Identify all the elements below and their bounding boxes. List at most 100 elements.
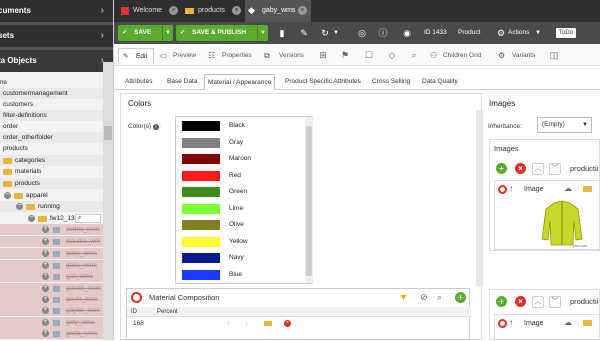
folder-icon[interactable] bbox=[264, 321, 272, 326]
move-down-icon[interactable]: ﹀ bbox=[549, 163, 561, 175]
add-icon[interactable]: + bbox=[496, 163, 507, 174]
versions-tab[interactable]: ⧉ Versions bbox=[264, 48, 308, 64]
tree-item[interactable]: me bbox=[0, 77, 103, 88]
filter-icon[interactable]: ▼ bbox=[399, 292, 408, 302]
chevron-down-icon[interactable]: ▼ bbox=[332, 27, 340, 39]
close-icon[interactable]: × bbox=[169, 6, 178, 15]
tree-item[interactable]: + gareth_men bbox=[0, 283, 103, 294]
color-option[interactable]: Green bbox=[176, 184, 304, 200]
tree-item[interactable]: − running bbox=[0, 201, 103, 212]
color-option[interactable]: Yellow bbox=[176, 234, 304, 250]
save-button[interactable]: ✓ SAVE ▼ bbox=[118, 25, 173, 41]
rename-icon[interactable]: ✎ bbox=[298, 27, 310, 39]
chevron-down-icon[interactable]: ▼ bbox=[534, 27, 542, 39]
close-icon[interactable]: × bbox=[298, 6, 307, 15]
chevron-down-icon[interactable]: ▼ bbox=[257, 25, 268, 41]
tree-item[interactable]: + gerla_wms bbox=[0, 328, 103, 339]
actions-menu[interactable]: Actions bbox=[508, 22, 529, 44]
color-list-scroll-thumb[interactable] bbox=[306, 126, 312, 276]
tree-item[interactable]: products bbox=[0, 178, 103, 189]
tree-item[interactable]: − fw12_13 ⌕ bbox=[0, 213, 103, 224]
tag-icon[interactable]: ◇ bbox=[386, 48, 398, 62]
chevron-right-icon[interactable]: › bbox=[101, 25, 104, 47]
collapse-icon[interactable]: − bbox=[16, 202, 23, 210]
color-option[interactable]: Navy bbox=[176, 250, 304, 266]
tree-search-icon[interactable]: ⌕ bbox=[75, 214, 101, 223]
cloud-upload-icon[interactable]: ☁ bbox=[564, 184, 572, 193]
search-icon[interactable]: ⌕ bbox=[437, 292, 442, 303]
preview-tab[interactable]: ▭ Preview bbox=[160, 48, 200, 64]
add-icon[interactable]: + bbox=[455, 292, 466, 303]
tab-material-appearance[interactable]: Material / Appearance bbox=[204, 74, 276, 90]
tree-item[interactable]: customers bbox=[0, 99, 103, 110]
tree-item[interactable]: filter-definitions bbox=[0, 110, 103, 121]
color-multiselect[interactable]: Black Gray Maroon Red Green Lime Olive Yellow Na… bbox=[175, 116, 313, 284]
todo-badge[interactable]: ToDo bbox=[556, 28, 577, 38]
clear-filter-icon[interactable]: ⊘ bbox=[420, 292, 428, 303]
color-option[interactable]: Olive bbox=[176, 217, 304, 233]
reload-icon[interactable]: ↻ bbox=[319, 27, 331, 39]
color-option[interactable]: Gray bbox=[176, 135, 304, 151]
split-view-icon[interactable]: ◫ bbox=[548, 48, 560, 62]
tree-item[interactable]: + cedric_men bbox=[0, 224, 103, 235]
move-down-icon[interactable]: ﹀ bbox=[549, 296, 561, 308]
tab-cross-selling[interactable]: Cross Selling bbox=[369, 74, 413, 90]
color-option[interactable]: Black bbox=[176, 118, 304, 134]
tab-welcome[interactable]: Welcome × bbox=[118, 0, 180, 22]
properties-tab[interactable]: ☷ Properties bbox=[208, 48, 258, 64]
folder-icon[interactable] bbox=[583, 186, 592, 192]
tree-item[interactable]: + gaby_wms bbox=[0, 248, 103, 259]
color-option[interactable]: Maroon bbox=[176, 151, 304, 167]
tab-base-data[interactable]: Base Data bbox=[164, 74, 200, 90]
expand-icon[interactable]: + bbox=[42, 307, 49, 314]
table-row[interactable]: 168 ↑ ↓ × bbox=[127, 318, 471, 329]
tab-attributes[interactable]: Attributes bbox=[122, 74, 155, 90]
expand-icon[interactable]: + bbox=[42, 285, 49, 292]
expand-icon[interactable]: + bbox=[42, 330, 49, 337]
chevron-down-icon[interactable]: ▼ bbox=[162, 25, 173, 41]
save-publish-button[interactable]: ✓ SAVE & PUBLISH ▼ bbox=[176, 25, 268, 41]
inheritance-select[interactable]: (Empty) ▼ bbox=[537, 117, 592, 133]
cloud-upload-icon[interactable]: ☁ bbox=[564, 318, 572, 327]
sidebar-scrollbar[interactable] bbox=[103, 62, 113, 340]
tab-gaby-wms[interactable]: ◆ gaby_wms × bbox=[245, 0, 311, 22]
upload-icon[interactable]: ↑ bbox=[509, 318, 513, 327]
upload-icon[interactable]: ↑ bbox=[509, 184, 513, 193]
tree-item[interactable]: + gaiia_wms bbox=[0, 260, 103, 271]
color-option[interactable]: Lime bbox=[176, 201, 304, 217]
documents-panel-header[interactable]: cuments › bbox=[0, 0, 113, 22]
tree-item[interactable]: materials bbox=[0, 166, 103, 177]
gear-icon[interactable]: ⚙ bbox=[495, 27, 507, 39]
expand-icon[interactable]: + bbox=[42, 296, 49, 303]
expand-icon[interactable]: + bbox=[42, 250, 49, 257]
remove-icon[interactable]: × bbox=[515, 296, 526, 307]
arrow-down-icon[interactable]: ↓ bbox=[245, 318, 248, 329]
tree-item[interactable]: + gely_wms bbox=[0, 317, 103, 328]
delete-icon[interactable]: ▮ bbox=[276, 27, 288, 39]
move-up-icon[interactable]: ︿ bbox=[532, 296, 544, 308]
panel-scrollbar[interactable] bbox=[476, 110, 483, 286]
tree-item[interactable]: + gaylor_men bbox=[0, 305, 103, 316]
locate-icon[interactable]: ◎ bbox=[356, 27, 368, 39]
collapse-icon[interactable]: − bbox=[4, 191, 11, 199]
search-icon[interactable]: ⌕ bbox=[408, 48, 420, 62]
color-option[interactable]: Blue bbox=[176, 267, 304, 283]
eye-icon[interactable]: ◉ bbox=[401, 27, 413, 39]
move-up-icon[interactable]: ︿ bbox=[532, 163, 544, 175]
children-grid-tab[interactable]: ⚇ Children Grid bbox=[430, 48, 488, 64]
expand-icon[interactable]: + bbox=[42, 262, 49, 269]
tree-item[interactable]: + gavin_men bbox=[0, 294, 103, 305]
bookmark-icon[interactable]: ⚑ bbox=[339, 48, 351, 62]
edit-tab[interactable]: ✎ Edit bbox=[118, 48, 154, 64]
tree-item[interactable]: categories bbox=[0, 155, 103, 166]
color-option[interactable]: Red bbox=[176, 168, 304, 184]
expand-icon[interactable]: + bbox=[42, 319, 49, 326]
tree-item[interactable]: customermanagement bbox=[0, 88, 103, 99]
tab-product-specific[interactable]: Product Specific Attributes bbox=[282, 74, 364, 90]
delete-icon[interactable]: × bbox=[284, 320, 291, 327]
assets-panel-header[interactable]: sets › bbox=[0, 25, 113, 47]
tree-item[interactable]: + claudia_wm bbox=[0, 236, 103, 247]
expand-icon[interactable]: + bbox=[42, 238, 49, 245]
product-jacket-image[interactable] bbox=[540, 199, 584, 249]
tree-item[interactable]: order_otherfolder bbox=[0, 132, 103, 143]
